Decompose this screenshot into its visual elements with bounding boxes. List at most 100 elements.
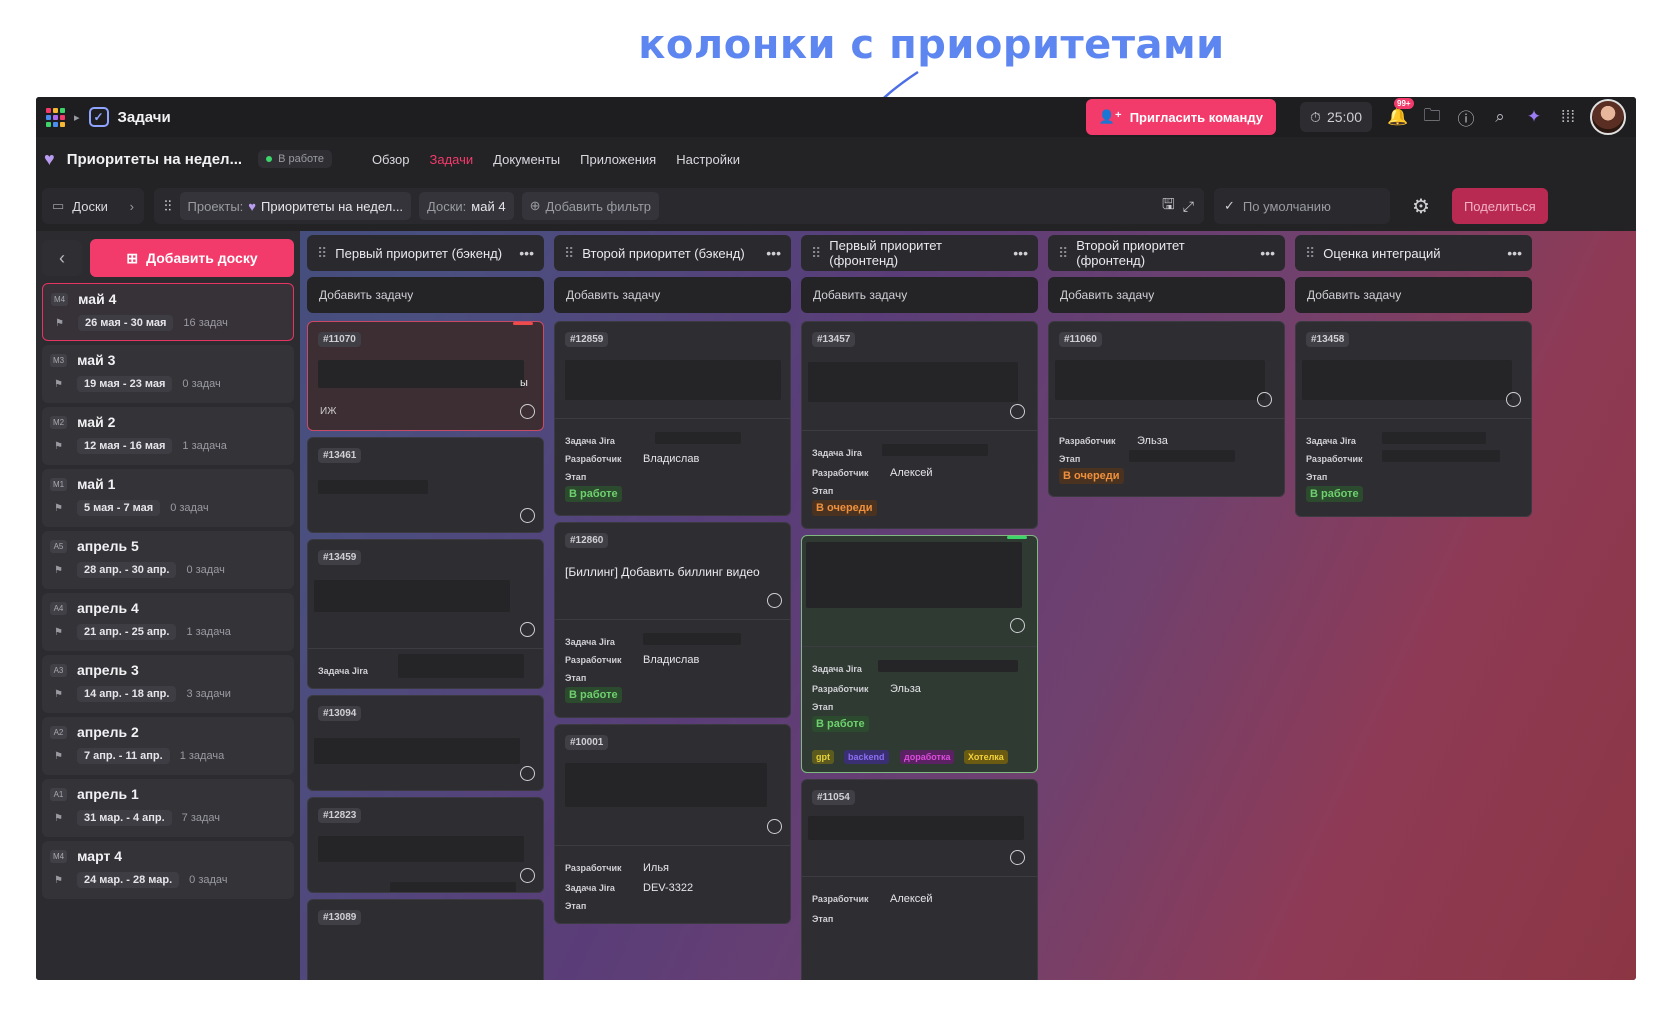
timer[interactable]: ⏱25:00 bbox=[1300, 102, 1372, 132]
drag-handle-icon[interactable]: ⠿ bbox=[811, 245, 819, 262]
task-card[interactable]: Задача Jira Разработчик Эльза Этап В раб… bbox=[801, 535, 1038, 773]
tag: доработка bbox=[900, 750, 954, 764]
sidebar-board-item[interactable]: A1апрель 1⚑31 мар. - 4 апр.7 задач bbox=[42, 779, 294, 837]
add-filter-button[interactable]: ⊕Добавить фильтр bbox=[522, 192, 659, 220]
task-card[interactable]: #13458 Задача Jira Разработчик Этап В ра… bbox=[1295, 321, 1532, 517]
status-circle-icon[interactable] bbox=[1506, 392, 1521, 407]
board-name: апрель 5 bbox=[77, 538, 139, 554]
add-task-button[interactable]: Добавить задачу bbox=[1295, 277, 1532, 313]
add-task-button[interactable]: Добавить задачу bbox=[1048, 277, 1285, 313]
sidebar-board-item[interactable]: A4апрель 4⚑21 апр. - 25 апр.1 задача bbox=[42, 593, 294, 651]
board-code: M4 bbox=[51, 293, 68, 306]
add-task-button[interactable]: Добавить задачу bbox=[307, 277, 544, 313]
status-circle-icon[interactable] bbox=[520, 868, 535, 883]
tab-documents[interactable]: Документы bbox=[493, 152, 560, 167]
chevron-left-icon: ‹ bbox=[59, 248, 65, 269]
boards-toggle[interactable]: ▭Доски› bbox=[42, 188, 144, 224]
tab-tasks[interactable]: Задачи bbox=[429, 152, 473, 167]
more-icon[interactable]: ••• bbox=[1260, 245, 1275, 261]
projects-filter-chip[interactable]: Проекты:♥Приоритеты на недел... bbox=[180, 192, 412, 220]
status-circle-icon[interactable] bbox=[520, 404, 535, 419]
task-card[interactable]: #13094 bbox=[307, 695, 544, 791]
bell-icon[interactable]: 🔔99+ bbox=[1386, 107, 1410, 127]
invite-team-button[interactable]: 👤⁺Пригласить команду bbox=[1086, 99, 1276, 135]
status-circle-icon[interactable] bbox=[1010, 850, 1025, 865]
drag-handle-icon[interactable]: ⠿ bbox=[317, 245, 325, 262]
status-circle-icon[interactable] bbox=[1010, 618, 1025, 633]
task-card[interactable]: #13461 bbox=[307, 437, 544, 533]
add-task-button[interactable]: Добавить задачу bbox=[554, 277, 791, 313]
board-area: ‹ ⊞Добавить доску M4май 4⚑26 мая - 30 ма… bbox=[36, 231, 1636, 980]
more-icon[interactable]: ••• bbox=[1013, 245, 1028, 261]
column-header[interactable]: ⠿Первый приоритет (бэкенд)••• bbox=[307, 235, 544, 271]
status-circle-icon[interactable] bbox=[520, 622, 535, 637]
flag-icon: ⚑ bbox=[50, 689, 67, 700]
sidebar-board-item[interactable]: A3апрель 3⚑14 апр. - 18 апр.3 задачи bbox=[42, 655, 294, 713]
sliders-icon[interactable]: ⫶⫶ bbox=[164, 198, 172, 215]
status-circle-icon[interactable] bbox=[520, 508, 535, 523]
project-bar: ♥ Приоритеты на недел... В работе Обзор … bbox=[36, 137, 1636, 181]
drag-handle-icon[interactable]: ⠿ bbox=[1058, 245, 1066, 262]
boards-filter-chip[interactable]: Доски:май 4 bbox=[419, 192, 514, 220]
task-card[interactable]: #11070 ы ИЖ bbox=[307, 321, 544, 431]
column-header[interactable]: ⠿Второй приоритет (фронтенд)••• bbox=[1048, 235, 1285, 271]
help-icon[interactable]: ⓘ bbox=[1454, 105, 1478, 130]
column-header[interactable]: ⠿Первый приоритет (фронтенд)••• bbox=[801, 235, 1038, 271]
gear-icon[interactable]: ⚙ bbox=[1412, 194, 1430, 219]
heart-icon: ♥ bbox=[44, 149, 55, 170]
status-badge[interactable]: В работе bbox=[258, 150, 332, 168]
task-card[interactable]: #13089 bbox=[307, 899, 544, 980]
apps-grid-icon[interactable] bbox=[46, 108, 65, 127]
task-card[interactable]: #12859 Задача Jira Разработчик Владислав… bbox=[554, 321, 791, 516]
status-circle-icon[interactable] bbox=[520, 766, 535, 781]
task-card[interactable]: #11054 Разработчик Алексей Этап bbox=[801, 779, 1038, 980]
folder-icon[interactable]: 🗀 bbox=[1420, 103, 1444, 132]
task-card[interactable]: #10001 Разработчик Илья Задача Jira DEV-… bbox=[554, 724, 791, 924]
drag-handle-icon[interactable]: ⠿ bbox=[564, 245, 572, 262]
column-header[interactable]: ⠿Второй приоритет (бэкенд)••• bbox=[554, 235, 791, 271]
sidebar-board-item[interactable]: A5апрель 5⚑28 апр. - 30 апр.0 задач bbox=[42, 531, 294, 589]
view-selector[interactable]: ✓По умолчанию bbox=[1214, 188, 1390, 224]
sidebar-board-item[interactable]: A2апрель 2⚑7 апр. - 11 апр.1 задача bbox=[42, 717, 294, 775]
flag-icon: ⚑ bbox=[50, 627, 67, 638]
task-card[interactable]: #12823 bbox=[307, 797, 544, 893]
flag-icon: ⚑ bbox=[51, 318, 68, 329]
expand-icon[interactable]: ⤢ bbox=[1183, 198, 1194, 215]
avatar[interactable] bbox=[1590, 99, 1626, 135]
checkmark-icon: ✓ bbox=[1224, 198, 1235, 214]
app-window: ▸ ✓ Задачи 👤⁺Пригласить команду ⏱25:00 🔔… bbox=[36, 97, 1636, 980]
sidebar-board-item[interactable]: M4май 4⚑26 мая - 30 мая16 задач bbox=[42, 283, 294, 341]
search-icon[interactable]: ⌕ bbox=[1488, 107, 1512, 127]
more-icon[interactable]: ••• bbox=[519, 245, 534, 261]
more-icon[interactable]: ••• bbox=[766, 245, 781, 261]
task-card[interactable]: #12860 [Биллинг] Добавить биллинг видео … bbox=[554, 522, 791, 718]
top-bar: ▸ ✓ Задачи 👤⁺Пригласить команду ⏱25:00 🔔… bbox=[36, 97, 1636, 137]
sidebar-board-item[interactable]: M2май 2⚑12 мая - 16 мая1 задача bbox=[42, 407, 294, 465]
tab-settings[interactable]: Настройки bbox=[676, 152, 740, 167]
add-task-button[interactable]: Добавить задачу bbox=[801, 277, 1038, 313]
more-icon[interactable]: ••• bbox=[1507, 245, 1522, 261]
save-icon[interactable]: 🖫 bbox=[1162, 194, 1175, 219]
sidebar-board-item[interactable]: M4март 4⚑24 мар. - 28 мар.0 задач bbox=[42, 841, 294, 899]
drag-handle-icon[interactable]: ⠿ bbox=[1305, 245, 1313, 262]
collapse-sidebar-button[interactable]: ‹ bbox=[42, 240, 82, 276]
share-button[interactable]: Поделиться bbox=[1452, 188, 1548, 224]
sparkle-icon[interactable]: ✦ bbox=[1522, 107, 1546, 127]
task-card[interactable]: #13459 Задача Jira bbox=[307, 539, 544, 689]
status-circle-icon[interactable] bbox=[1257, 392, 1272, 407]
status-circle-icon[interactable] bbox=[767, 819, 782, 834]
column-header[interactable]: ⠿Оценка интеграций••• bbox=[1295, 235, 1532, 271]
status-circle-icon[interactable] bbox=[1010, 404, 1025, 419]
dots-grid-icon[interactable]: ⁞⁞⁞ bbox=[1556, 107, 1580, 127]
sidebar-board-item[interactable]: M1май 1⚑5 мая - 7 мая0 задач bbox=[42, 469, 294, 527]
task-card[interactable]: #13457 Задача Jira Разработчик Алексей Э… bbox=[801, 321, 1038, 529]
project-nav: Обзор Задачи Документы Приложения Настро… bbox=[372, 152, 740, 167]
tab-overview[interactable]: Обзор bbox=[372, 152, 410, 167]
task-card[interactable]: #11060 Разработчик Эльза Этап В очереди bbox=[1048, 321, 1285, 497]
board-task-count: 1 задача bbox=[186, 626, 230, 638]
add-board-button[interactable]: ⊞Добавить доску bbox=[90, 239, 294, 277]
status-circle-icon[interactable] bbox=[767, 593, 782, 608]
board-task-count: 3 задачи bbox=[186, 688, 231, 700]
tab-apps[interactable]: Приложения bbox=[580, 152, 656, 167]
sidebar-board-item[interactable]: M3май 3⚑19 мая - 23 мая0 задач bbox=[42, 345, 294, 403]
